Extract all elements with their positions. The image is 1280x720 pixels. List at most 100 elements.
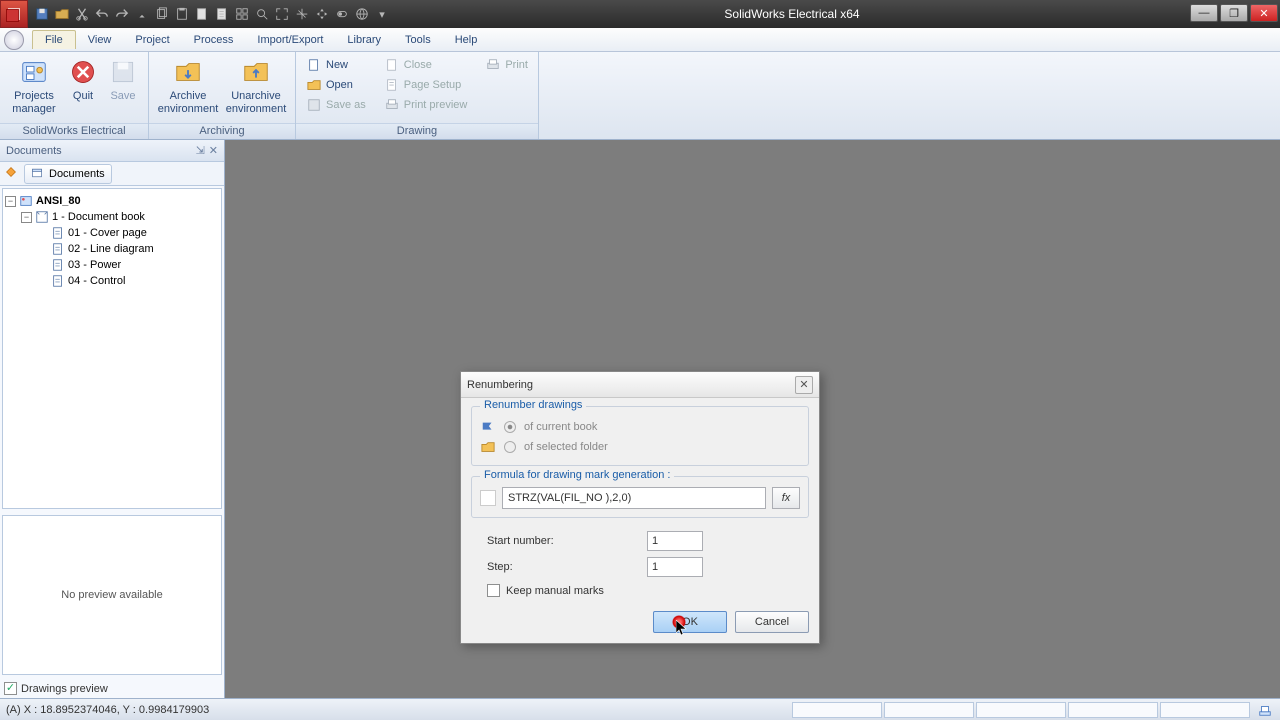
radio-current-book[interactable]: of current book: [480, 417, 800, 437]
keep-manual-row[interactable]: Keep manual marks: [471, 580, 809, 597]
qat-dropdown-icon[interactable]: ▾: [374, 6, 390, 22]
status-cell: [976, 702, 1066, 718]
app-menu-button[interactable]: [4, 30, 24, 50]
projects-manager-button[interactable]: Projects manager: [6, 54, 62, 118]
qat-save-icon[interactable]: [34, 6, 50, 22]
menu-file[interactable]: File: [32, 30, 76, 49]
radio-icon[interactable]: [504, 421, 516, 433]
renumber-drawings-group: Renumber drawings of current book of sel…: [471, 406, 809, 466]
documents-panel: Documents ⇲ ✕ Documents − ANSI_80 −: [0, 140, 225, 698]
step-input[interactable]: [647, 557, 703, 577]
qat-globe-icon[interactable]: [354, 6, 370, 22]
tree-item[interactable]: 02 - Line diagram: [5, 241, 219, 257]
printpreview-button[interactable]: Print preview: [380, 96, 472, 114]
tree-root[interactable]: − ANSI_80: [5, 193, 219, 209]
preview-checkbox-row[interactable]: ✓ Drawings preview: [0, 679, 224, 698]
radio-selected-folder[interactable]: of selected folder: [480, 437, 800, 457]
maximize-button[interactable]: ❐: [1220, 4, 1248, 22]
drawing-icon: [51, 258, 65, 272]
menu-help[interactable]: Help: [443, 31, 490, 49]
archive-label: Archive environment: [158, 90, 219, 116]
app-icon: [0, 0, 28, 28]
status-tray-icon[interactable]: [1256, 702, 1274, 718]
qat-toggle-icon[interactable]: [334, 6, 350, 22]
tree-book-label: 1 - Document book: [52, 211, 145, 223]
panel-nav-icon[interactable]: [4, 165, 18, 182]
qat-doc-icon[interactable]: [214, 6, 230, 22]
preview-checkbox[interactable]: ✓: [4, 682, 17, 695]
close-button[interactable]: ✕: [1250, 4, 1278, 22]
tree-root-label: ANSI_80: [36, 195, 81, 207]
menu-library[interactable]: Library: [335, 31, 393, 49]
menu-bar: File View Project Process Import/Export …: [0, 28, 1280, 52]
open-button[interactable]: Open: [302, 76, 370, 94]
preview-checkbox-label: Drawings preview: [21, 683, 108, 695]
start-number-input[interactable]: [647, 531, 703, 551]
qat-open-icon[interactable]: [54, 6, 70, 22]
archive-button[interactable]: Archive environment: [155, 54, 221, 118]
menu-tools[interactable]: Tools: [393, 31, 443, 49]
drawing-icon: [51, 226, 65, 240]
drawing-icon: [51, 274, 65, 288]
documents-tree[interactable]: − ANSI_80 − 1 - Document book 01 - Cover…: [2, 188, 222, 509]
tree-collapse-icon[interactable]: −: [21, 212, 32, 223]
menu-view[interactable]: View: [76, 31, 124, 49]
qat-arrows-icon[interactable]: [314, 6, 330, 22]
window-title: SolidWorks Electrical x64: [396, 7, 1188, 21]
documents-tab[interactable]: Documents: [24, 164, 112, 184]
start-number-row: Start number:: [471, 528, 809, 554]
keep-manual-checkbox[interactable]: [487, 584, 500, 597]
save-button[interactable]: Save: [104, 54, 142, 105]
pagesetup-button[interactable]: Page Setup: [380, 76, 472, 94]
book-icon: [35, 210, 49, 224]
dialog-titlebar[interactable]: Renumbering ✕: [461, 372, 819, 398]
tree-item[interactable]: 03 - Power: [5, 257, 219, 273]
qat-paste-icon[interactable]: [174, 6, 190, 22]
qat-cut-icon[interactable]: [74, 6, 90, 22]
dialog-close-button[interactable]: ✕: [795, 376, 813, 394]
panel-close-icon[interactable]: ✕: [209, 144, 218, 157]
qat-pin-icon[interactable]: [134, 6, 150, 22]
radio-icon[interactable]: [504, 441, 516, 453]
new-button[interactable]: New: [302, 56, 370, 74]
status-bar: (A) X : 18.8952374046, Y : 0.9984179903: [0, 698, 1280, 720]
quit-label: Quit: [73, 90, 93, 103]
ribbon-group-solidworks: Projects manager Quit Save SolidWorks El…: [0, 52, 149, 139]
documents-tab-label: Documents: [49, 168, 105, 180]
qat-undo-icon[interactable]: [94, 6, 110, 22]
qat-fit-icon[interactable]: [274, 6, 290, 22]
qat-zoom-icon[interactable]: [254, 6, 270, 22]
ribbon-group-label-sw: SolidWorks Electrical: [0, 123, 148, 139]
saveas-button[interactable]: Save as: [302, 96, 370, 114]
qat-copy-icon[interactable]: [154, 6, 170, 22]
qat-grid-icon[interactable]: [234, 6, 250, 22]
panel-pin-icon[interactable]: ⇲: [196, 144, 205, 157]
menu-process[interactable]: Process: [182, 31, 246, 49]
qat-new-icon[interactable]: [194, 6, 210, 22]
menu-project[interactable]: Project: [123, 31, 181, 49]
status-cell: [1160, 702, 1250, 718]
ribbon-group-archiving: Archive environment Unarchive environmen…: [149, 52, 296, 139]
tree-item[interactable]: 04 - Control: [5, 273, 219, 289]
close-drawing-button[interactable]: Close: [380, 56, 472, 74]
tree-book[interactable]: − 1 - Document book: [5, 209, 219, 225]
cancel-button[interactable]: Cancel: [735, 611, 809, 633]
status-cell: [884, 702, 974, 718]
print-icon: [485, 57, 501, 73]
formula-input[interactable]: [502, 487, 766, 509]
quit-icon: [67, 56, 99, 88]
ribbon-group-drawing: New Open Save as Close Page Setup Print …: [296, 52, 539, 139]
quit-button[interactable]: Quit: [64, 54, 102, 105]
status-coords: (A) X : 18.8952374046, Y : 0.9984179903: [6, 704, 209, 716]
tree-item[interactable]: 01 - Cover page: [5, 225, 219, 241]
qat-axis-icon[interactable]: [294, 6, 310, 22]
print-button[interactable]: Print: [481, 56, 532, 74]
ok-button[interactable]: OK: [653, 611, 727, 633]
status-cells: [792, 702, 1250, 718]
minimize-button[interactable]: —: [1190, 4, 1218, 22]
tree-collapse-icon[interactable]: −: [5, 196, 16, 207]
qat-redo-icon[interactable]: [114, 6, 130, 22]
unarchive-button[interactable]: Unarchive environment: [223, 54, 289, 118]
menu-import-export[interactable]: Import/Export: [245, 31, 335, 49]
fx-button[interactable]: fx: [772, 487, 800, 509]
